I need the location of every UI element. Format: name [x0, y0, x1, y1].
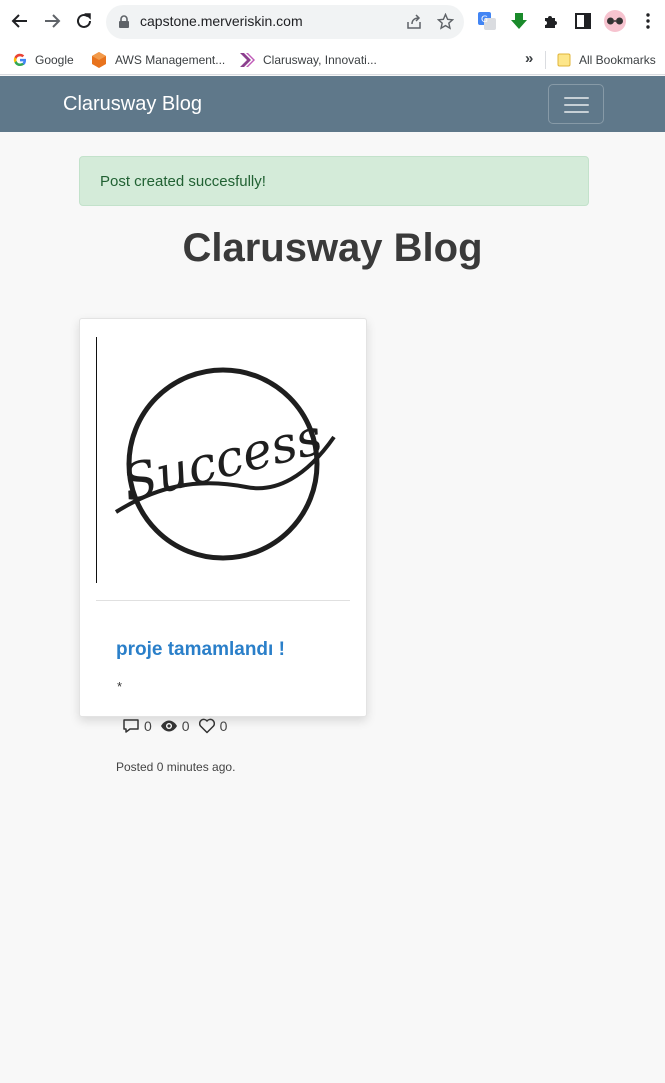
- lock-icon: [119, 15, 129, 28]
- reload-button[interactable]: [73, 10, 95, 32]
- share-icon[interactable]: [406, 14, 422, 30]
- arrow-left-icon: [11, 14, 27, 28]
- url-text: capstone.merveriskin.com: [140, 13, 303, 29]
- bookmark-clarusway[interactable]: Clarusway, Innovati...: [239, 50, 377, 70]
- star-icon[interactable]: [437, 13, 454, 30]
- navbar-brand[interactable]: Clarusway Blog: [63, 93, 202, 116]
- back-button[interactable]: [9, 10, 31, 32]
- bookmark-google[interactable]: Google: [13, 50, 74, 70]
- side-panel-icon[interactable]: [573, 11, 593, 31]
- bookmark-label: AWS Management...: [115, 53, 226, 67]
- more-bookmarks-button[interactable]: »: [525, 48, 533, 68]
- profile-avatar[interactable]: [604, 10, 626, 32]
- browser-menu-icon[interactable]: [638, 11, 658, 31]
- clarusway-icon: [239, 52, 255, 68]
- post-title-link[interactable]: proje tamamlandı !: [116, 639, 285, 661]
- comments-stat[interactable]: 0: [122, 718, 152, 734]
- address-bar[interactable]: capstone.merveriskin.com: [106, 5, 464, 39]
- views-stat: 0: [160, 718, 190, 734]
- bookmarks-bar: Google AWS Management... Clarusway, Inno…: [0, 44, 665, 75]
- comment-count: 0: [144, 718, 152, 734]
- double-chevron-icon: »: [525, 49, 534, 67]
- bookmark-label: Clarusway, Innovati...: [263, 53, 377, 67]
- success-alert: Post created succesfully!: [79, 156, 589, 206]
- navbar-toggler-button[interactable]: [548, 84, 604, 124]
- download-arrow-icon[interactable]: [509, 11, 529, 31]
- all-bookmarks-label: All Bookmarks: [579, 53, 656, 67]
- heart-icon: [198, 718, 215, 734]
- like-count: 0: [219, 718, 228, 734]
- hamburger-icon-line: [564, 111, 589, 113]
- bookmark-label: Google: [35, 53, 74, 67]
- image-edge: [96, 337, 97, 583]
- post-stats: 0 0 0: [122, 716, 235, 736]
- bookmark-separator: [545, 51, 546, 69]
- success-logo-image: Success: [114, 367, 336, 561]
- translate-extension-icon[interactable]: G: [477, 11, 497, 31]
- posted-time: Posted 0 minutes ago.: [116, 760, 236, 774]
- hamburger-icon-line: [564, 104, 589, 106]
- browser-toolbar: capstone.merveriskin.com G: [0, 0, 665, 44]
- alert-message: Post created succesfully!: [100, 173, 266, 190]
- hamburger-icon-line: [564, 97, 589, 99]
- likes-stat[interactable]: 0: [198, 718, 228, 734]
- site-navbar: Clarusway Blog: [0, 76, 665, 132]
- folder-icon: [557, 53, 571, 67]
- post-image[interactable]: Success: [96, 337, 352, 583]
- page-title: Clarusway Blog: [182, 226, 483, 270]
- bookmark-aws[interactable]: AWS Management...: [91, 50, 225, 70]
- reload-icon: [77, 13, 91, 28]
- sunglasses-avatar-icon: [607, 17, 623, 25]
- aws-icon: [91, 52, 107, 68]
- post-content: *: [117, 679, 123, 694]
- google-icon: [13, 53, 27, 67]
- card-divider: [96, 600, 350, 601]
- forward-button[interactable]: [41, 10, 63, 32]
- arrow-right-icon: [45, 14, 61, 28]
- all-bookmarks-folder[interactable]: All Bookmarks: [557, 50, 656, 70]
- post-card[interactable]: Success proje tamamlandı ! *: [79, 318, 367, 717]
- image-caption: Success: [117, 407, 328, 512]
- view-count: 0: [181, 718, 190, 734]
- comment-icon: [123, 719, 139, 733]
- extensions-puzzle-icon[interactable]: [541, 11, 561, 31]
- svg-text:G: G: [481, 15, 488, 25]
- eye-icon: [160, 720, 177, 732]
